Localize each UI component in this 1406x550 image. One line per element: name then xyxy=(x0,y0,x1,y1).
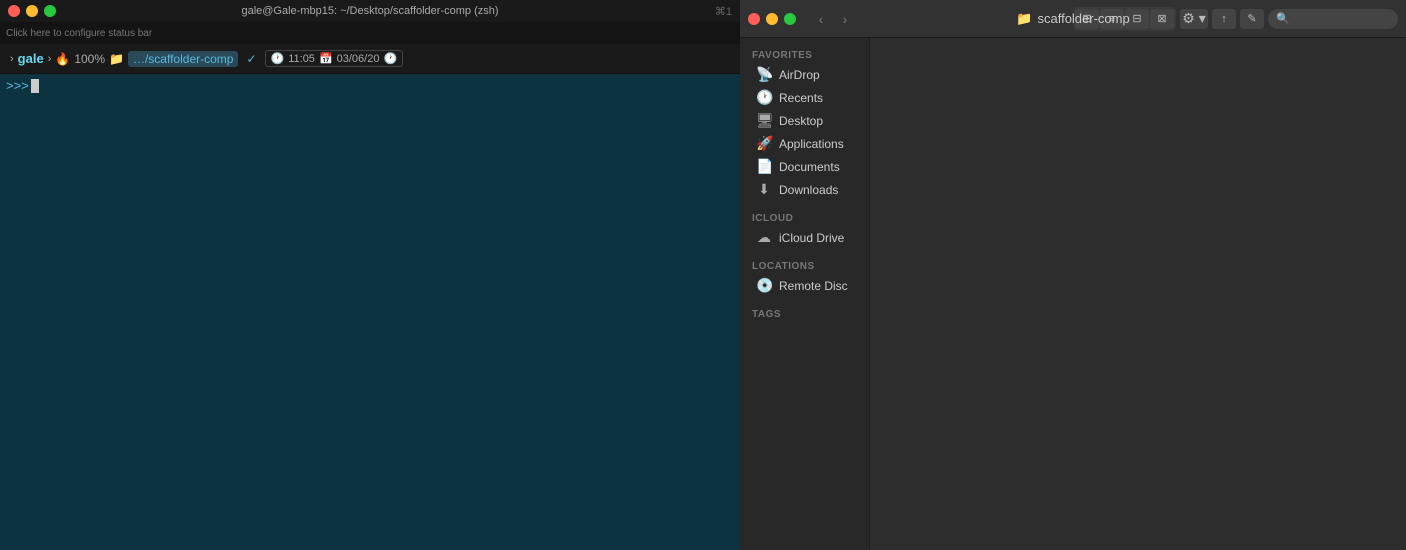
forward-button[interactable]: › xyxy=(834,9,856,29)
prompt-check-icon: ✓ xyxy=(246,52,256,66)
sidebar-item-remote-disc[interactable]: 💿 Remote Disc xyxy=(744,274,865,297)
finder-minimize-button[interactable] xyxy=(766,13,778,25)
close-button[interactable] xyxy=(8,5,20,17)
downloads-icon: ⬇ xyxy=(756,181,772,198)
sidebar-item-airdrop[interactable]: 📡 AirDrop xyxy=(744,63,865,86)
sidebar-icloud-drive-label: iCloud Drive xyxy=(779,231,844,245)
sidebar-item-documents[interactable]: 📄 Documents xyxy=(744,155,865,178)
finder-close-button[interactable] xyxy=(748,13,760,25)
terminal-shortcut: ⌘1 xyxy=(715,5,732,18)
status-bar-text: Click here to configure status bar xyxy=(6,28,152,39)
terminal-titlebar: gale@Gale-mbp15: ~/Desktop/scaffolder-co… xyxy=(0,0,740,22)
terminal-prompt-bar: › gale › 🔥 100% 📁 …/scaffolder-comp ✓ 🕐 … xyxy=(0,44,740,74)
terminal-status-bar[interactable]: Click here to configure status bar xyxy=(0,22,740,44)
edit-tags-button[interactable]: ✎ xyxy=(1240,9,1264,29)
airdrop-icon: 📡 xyxy=(756,66,772,83)
prompt-time-trailing: 🕐 xyxy=(383,52,397,65)
minimize-button[interactable] xyxy=(26,5,38,17)
finder-titlebar: ‹ › ⊞ ≡ ⊟ ⊠ ⚙ ▾ ↑ ✎ 🔍 📁 scaffolder-comp xyxy=(740,0,1406,38)
cursor-prompt: >>> xyxy=(6,78,29,93)
action-button[interactable]: ⚙ ▾ xyxy=(1180,9,1208,29)
sidebar-downloads-label: Downloads xyxy=(779,183,838,197)
sidebar-recents-label: Recents xyxy=(779,91,823,105)
finder-title-text: scaffolder-comp xyxy=(1037,11,1129,26)
finder-sidebar: Favorites 📡 AirDrop 🕐 Recents 🖥 Desktop … xyxy=(740,38,870,550)
sidebar-item-downloads[interactable]: ⬇ Downloads xyxy=(744,178,865,201)
sidebar-item-recents[interactable]: 🕐 Recents xyxy=(744,86,865,109)
terminal-title: gale@Gale-mbp15: ~/Desktop/scaffolder-co… xyxy=(241,5,498,17)
finder-window-title: 📁 scaffolder-comp xyxy=(1016,11,1129,27)
recents-icon: 🕐 xyxy=(756,89,772,106)
view-gallery-button[interactable]: ⊠ xyxy=(1150,9,1174,29)
locations-label: Locations xyxy=(740,257,869,274)
cursor-block xyxy=(31,79,39,93)
finder-main xyxy=(870,38,1406,550)
prompt-percent: 100% xyxy=(74,52,105,66)
remote-disc-icon: 💿 xyxy=(756,277,772,294)
sidebar-airdrop-label: AirDrop xyxy=(779,68,820,82)
tags-label: Tags xyxy=(740,305,869,322)
documents-icon: 📄 xyxy=(756,158,772,175)
calendar-icon: 📅 xyxy=(319,52,333,65)
search-icon: 🔍 xyxy=(1276,12,1290,25)
folder-icon: 📁 xyxy=(1016,11,1032,27)
terminal-cursor-line: >>> xyxy=(6,78,734,93)
sidebar-item-applications[interactable]: 🚀 Applications xyxy=(744,132,865,155)
terminal-traffic-lights xyxy=(8,5,56,17)
prompt-time: 11:05 xyxy=(288,53,315,65)
prompt-username: gale xyxy=(18,51,44,66)
desktop-icon: 🖥 xyxy=(756,112,772,129)
prompt-folder-icon: 📁 xyxy=(109,52,124,66)
back-button[interactable]: ‹ xyxy=(810,9,832,29)
sidebar-item-icloud-drive[interactable]: ☁ iCloud Drive xyxy=(744,226,865,249)
prompt-chevron-2: › xyxy=(48,53,52,65)
maximize-button[interactable] xyxy=(44,5,56,17)
share-button[interactable]: ↑ xyxy=(1212,9,1236,29)
prompt-flame-icon: 🔥 xyxy=(55,52,70,66)
terminal-window: gale@Gale-mbp15: ~/Desktop/scaffolder-co… xyxy=(0,0,740,550)
finder-maximize-button[interactable] xyxy=(784,13,796,25)
prompt-date: 03/06/20 xyxy=(337,53,380,65)
applications-icon: 🚀 xyxy=(756,135,772,152)
sidebar-applications-label: Applications xyxy=(779,137,844,151)
search-box[interactable]: 🔍 xyxy=(1268,9,1398,29)
prompt-time-block: 🕐 11:05 📅 03/06/20 🕐 xyxy=(265,50,404,67)
sidebar-item-desktop[interactable]: 🖥 Desktop xyxy=(744,109,865,132)
finder-nav-buttons: ‹ › xyxy=(810,9,856,29)
sidebar-documents-label: Documents xyxy=(779,160,840,174)
favorites-label: Favorites xyxy=(740,46,869,63)
prompt-path: …/scaffolder-comp xyxy=(128,51,238,67)
finder-content: Favorites 📡 AirDrop 🕐 Recents 🖥 Desktop … xyxy=(740,38,1406,550)
sidebar-desktop-label: Desktop xyxy=(779,114,823,128)
finder-window: ‹ › ⊞ ≡ ⊟ ⊠ ⚙ ▾ ↑ ✎ 🔍 📁 scaffolder-comp xyxy=(740,0,1406,550)
icloud-drive-icon: ☁ xyxy=(756,229,772,246)
terminal-body: >>> xyxy=(0,74,740,550)
icloud-label: iCloud xyxy=(740,209,869,226)
clock-icon: 🕐 xyxy=(271,52,285,65)
prompt-chevron-icon: › xyxy=(10,53,14,65)
finder-traffic-lights xyxy=(748,13,796,25)
sidebar-remote-disc-label: Remote Disc xyxy=(779,279,848,293)
